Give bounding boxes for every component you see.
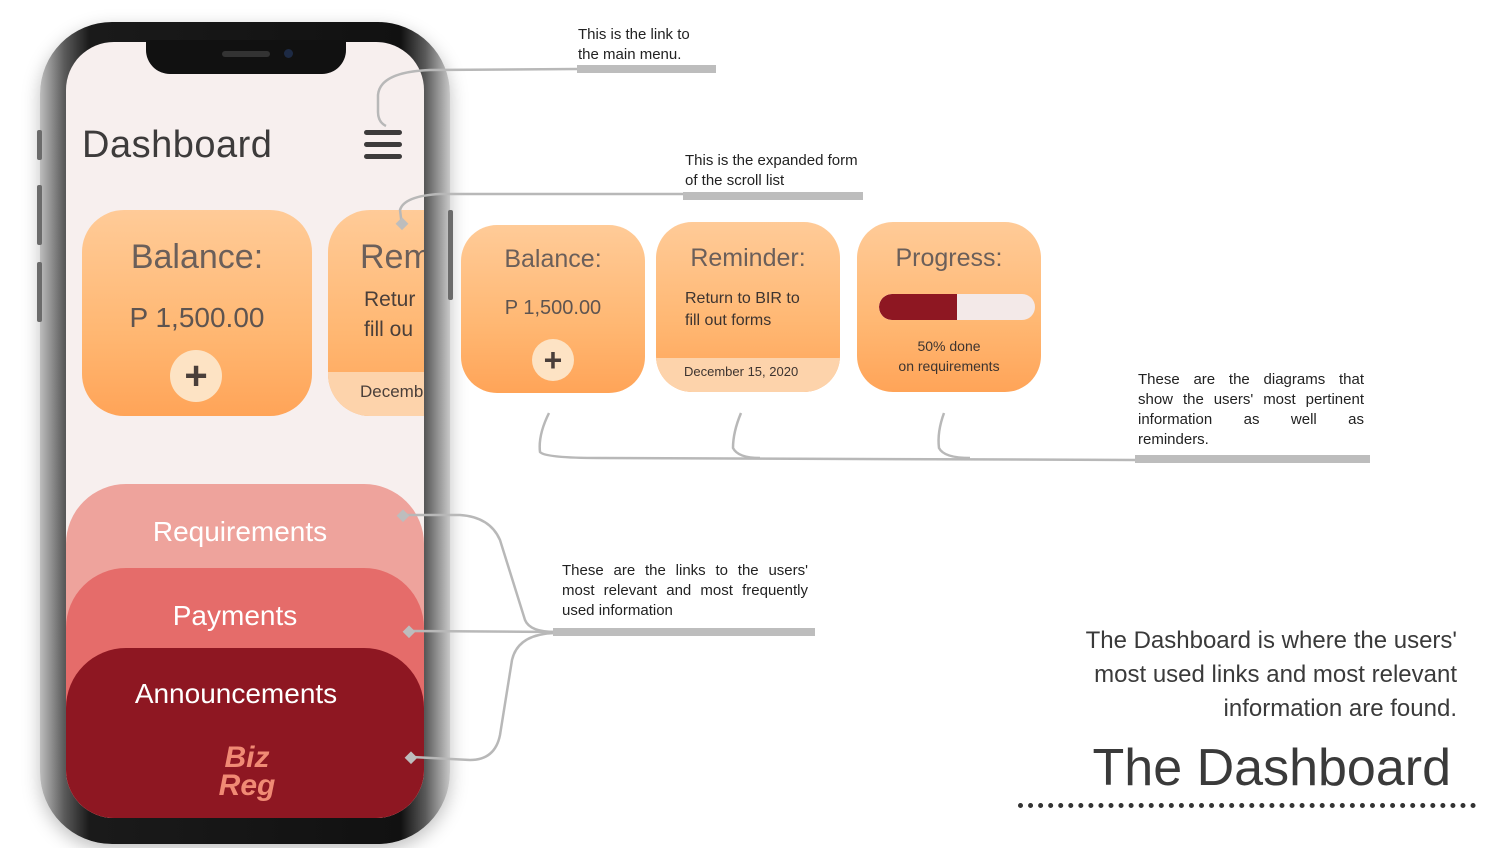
- connector-scroll-list: [398, 192, 683, 227]
- caption-line1: The Dashboard is where the users': [1085, 627, 1457, 654]
- annotation-scroll-list-line1: This is the expanded form: [685, 152, 858, 169]
- connector-diagrams: [538, 412, 1138, 462]
- annotation-diagrams-line2: show the users' most pertinent: [1138, 391, 1364, 408]
- annotation-diagrams-line3: information as well as: [1138, 411, 1364, 428]
- annotation-diagrams-bar: [1135, 455, 1370, 463]
- annotation-menu-link-line1: This is the link to: [578, 26, 690, 43]
- annotation-links-line2: most relevant and most frequently: [562, 582, 808, 599]
- connector-diagram-progress: [937, 412, 971, 460]
- annotation-links: These are the links to the users' most r…: [562, 561, 808, 621]
- annotation-scroll-list: This is the expanded form of the scroll …: [685, 151, 858, 191]
- annotation-menu-bar: [577, 65, 716, 73]
- connector-payments: [409, 629, 556, 634]
- annotation-links-line3: used information: [562, 602, 673, 619]
- caption-line3: information are found.: [1223, 695, 1457, 722]
- annotation-diagrams-line4: reminders.: [1138, 431, 1209, 448]
- caption-line2: most used links and most relevant: [1094, 661, 1457, 688]
- connector-diagram-reminder: [731, 412, 761, 460]
- annotation-diagrams: These are the diagrams that show the use…: [1138, 370, 1364, 450]
- connector-announcements: [411, 631, 556, 762]
- caption-heading: The Dashboard: [1092, 739, 1451, 797]
- caption-description: The Dashboard is where the users' most u…: [1086, 624, 1457, 726]
- annotation-scroll-list-bar: [683, 192, 863, 200]
- connector-menu: [376, 67, 578, 128]
- annotation-menu-link-line2: the main menu.: [578, 46, 682, 63]
- annotation-menu-link: This is the link to the main menu.: [578, 25, 690, 65]
- annotation-diagrams-line1: These are the diagrams that: [1138, 371, 1364, 388]
- caption-underline: [1018, 803, 1476, 808]
- annotation-scroll-list-line2: of the scroll list: [685, 172, 785, 189]
- annotation-links-line1: These are the links to the users': [562, 562, 808, 579]
- connector-requirements: [403, 513, 556, 634]
- annotation-links-bar: [553, 628, 815, 636]
